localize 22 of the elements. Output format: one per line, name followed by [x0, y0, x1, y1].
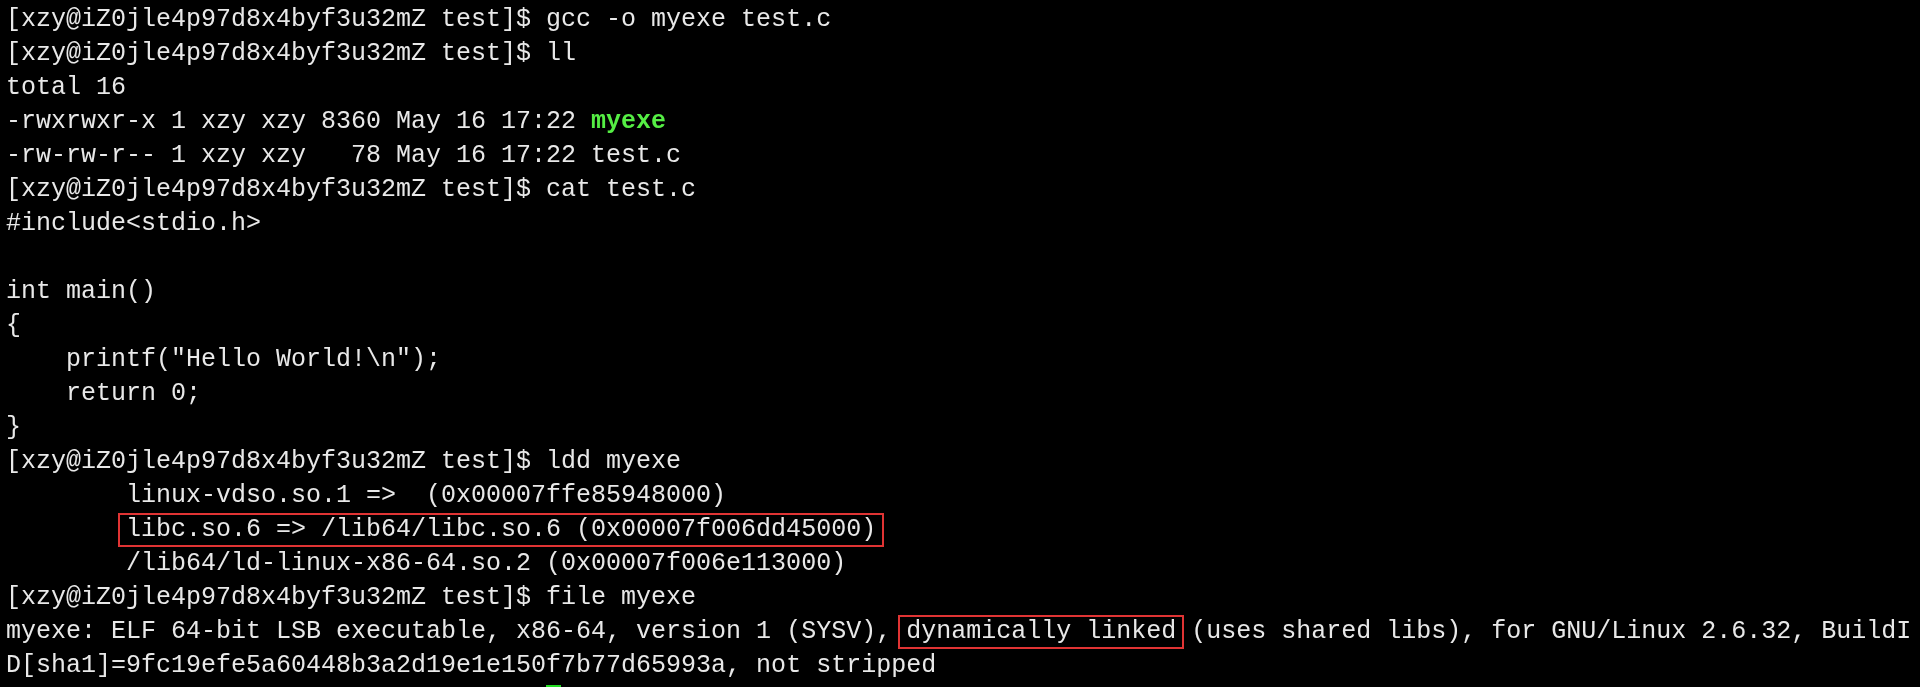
- terminal-text: return 0;: [65, 378, 202, 410]
- executable-name: myexe: [591, 106, 667, 138]
- terminal-text: -rw-rw-r-- 1 xzy xzy 78 May 16 17:22 test.c: [6, 140, 682, 172]
- terminal-text: }: [6, 412, 21, 444]
- terminal-text: {: [6, 310, 21, 342]
- highlighted-text: dynamically linked: [898, 615, 1185, 649]
- terminal-text: myexe: ELF 64-bit LSB executable, x86-64, version 1 (SYSV),: [6, 616, 893, 648]
- terminal-text: [xzy@iZ0jle4p97d8x4byf3u32mZ test]$ gcc -o myexe test.c: [6, 4, 832, 36]
- terminal-text: printf("Hello World!\n");: [65, 344, 442, 376]
- terminal-text: (uses shared libs), for GNU/Linux 2.6.32, BuildI: [1190, 616, 1912, 648]
- terminal-text: D[sha1]=9fc19efe5a60448b3a2d19e1e150f7b77d65993a, not stripped: [6, 650, 937, 682]
- terminal-text: [xzy@iZ0jle4p97d8x4byf3u32mZ test]$ ll: [6, 38, 577, 70]
- terminal-text: linux-vdso.so.1 => (0x00007ffe85948000): [126, 480, 727, 512]
- terminal-text: total 16: [6, 72, 127, 104]
- terminal-text: [xzy@iZ0jle4p97d8x4byf3u32mZ test]$ cat test.c: [6, 174, 697, 206]
- terminal-text: [xzy@iZ0jle4p97d8x4byf3u32mZ test]$ file myexe: [6, 582, 697, 614]
- terminal-text: int main(): [6, 276, 157, 308]
- terminal-text: [xzy@iZ0jle4p97d8x4byf3u32mZ test]$ ldd myexe: [6, 446, 682, 478]
- terminal-text: /lib64/ld-linux-x86-64.so.2 (0x00007f006e113000): [126, 548, 847, 580]
- terminal-text: -rwxrwxr-x 1 xzy xzy 8360 May 16 17:22: [6, 106, 578, 138]
- highlighted-text: libc.so.6 => /lib64/libc.so.6 (0x00007f006dd45000): [118, 513, 885, 547]
- terminal-text: #include<stdio.h>: [6, 208, 262, 240]
